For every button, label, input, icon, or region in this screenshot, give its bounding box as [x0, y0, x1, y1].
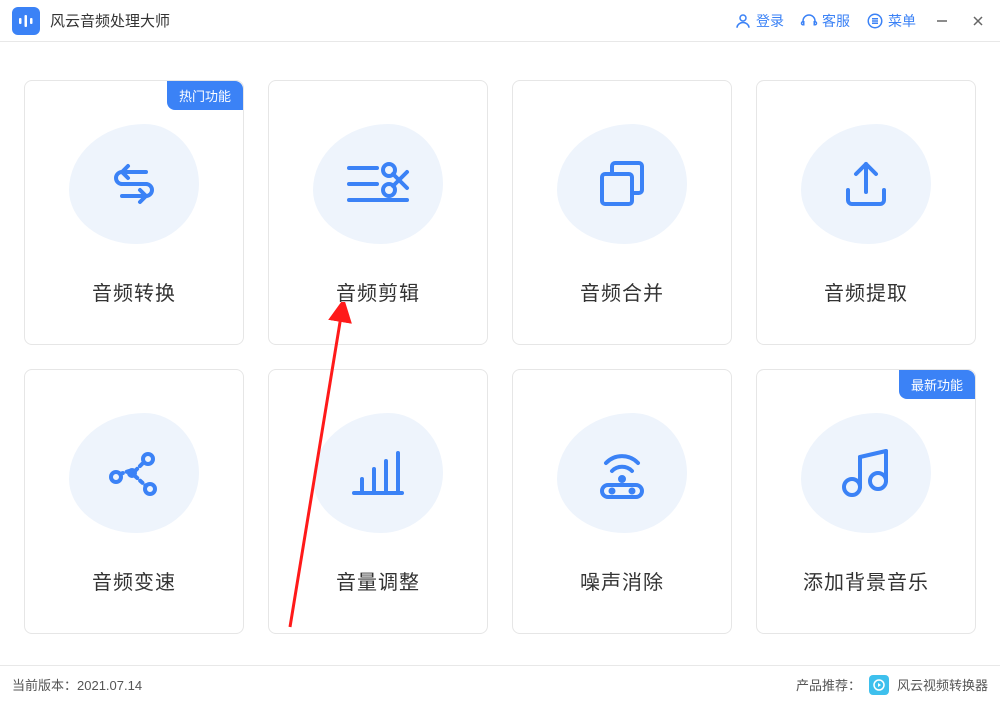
- icon-wrap: [313, 119, 443, 249]
- card-audio-merge[interactable]: 音频合并: [512, 80, 732, 345]
- menu-label: 菜单: [888, 11, 916, 31]
- card-label: 音频转换: [92, 277, 176, 306]
- login-label: 登录: [756, 11, 784, 31]
- recommend-product: 风云视频转换器: [897, 675, 988, 694]
- card-audio-convert[interactable]: 热门功能 音频转换: [24, 80, 244, 345]
- feature-grid: 热门功能 音频转换 音频剪辑: [24, 80, 976, 634]
- titlebar-actions: 登录 客服 菜单: [734, 11, 988, 31]
- badge-new: 最新功能: [899, 370, 975, 399]
- recommend-label: 产品推荐：: [796, 675, 861, 694]
- icon-wrap: [69, 408, 199, 538]
- card-label: 音频剪辑: [336, 277, 420, 306]
- upload-icon: [836, 154, 896, 214]
- card-audio-extract[interactable]: 音频提取: [756, 80, 976, 345]
- card-label: 噪声消除: [580, 566, 664, 595]
- app-logo: [12, 7, 40, 35]
- card-label: 音频合并: [580, 277, 664, 306]
- status-version: 当前版本：2021.07.14: [12, 675, 796, 694]
- volume-bars-icon: [346, 443, 410, 503]
- recommend-product-icon: [869, 675, 889, 695]
- support-label: 客服: [822, 11, 850, 31]
- close-icon: [971, 14, 985, 28]
- minimize-icon: [935, 14, 949, 28]
- card-audio-trim[interactable]: 音频剪辑: [268, 80, 488, 345]
- card-noise-remove[interactable]: 噪声消除: [512, 369, 732, 634]
- icon-wrap: [313, 408, 443, 538]
- icon-wrap: [69, 119, 199, 249]
- card-label: 音量调整: [336, 566, 420, 595]
- icon-wrap: [801, 408, 931, 538]
- icon-wrap: [801, 119, 931, 249]
- close-button[interactable]: [968, 11, 988, 31]
- card-add-bgm[interactable]: 最新功能 添加背景音乐: [756, 369, 976, 634]
- convert-icon: [102, 152, 166, 216]
- card-label: 音频提取: [824, 277, 908, 306]
- badge-hot: 热门功能: [167, 81, 243, 110]
- app-title: 风云音频处理大师: [50, 10, 734, 31]
- wifi-router-icon: [590, 443, 654, 503]
- headset-icon: [800, 12, 818, 30]
- statusbar: 当前版本：2021.07.14 产品推荐： 风云视频转换器: [0, 665, 1000, 703]
- card-label: 添加背景音乐: [803, 566, 929, 595]
- icon-wrap: [557, 408, 687, 538]
- music-note-icon: [836, 443, 896, 503]
- icon-wrap: [557, 119, 687, 249]
- login-button[interactable]: 登录: [734, 11, 784, 31]
- scissors-icon: [343, 154, 413, 214]
- support-button[interactable]: 客服: [800, 11, 850, 31]
- main: 热门功能 音频转换 音频剪辑: [0, 42, 1000, 654]
- speed-icon: [102, 441, 166, 505]
- minimize-button[interactable]: [932, 11, 952, 31]
- version-value: 2021.07.14: [77, 678, 142, 693]
- version-label: 当前版本：: [12, 678, 77, 693]
- card-volume-adjust[interactable]: 音量调整: [268, 369, 488, 634]
- card-label: 音频变速: [92, 566, 176, 595]
- user-icon: [734, 12, 752, 30]
- titlebar: 风云音频处理大师 登录 客服 菜单: [0, 0, 1000, 42]
- menu-button[interactable]: 菜单: [866, 11, 916, 31]
- card-audio-speed[interactable]: 音频变速: [24, 369, 244, 634]
- merge-icon: [592, 154, 652, 214]
- status-recommend[interactable]: 产品推荐： 风云视频转换器: [796, 675, 988, 695]
- list-icon: [866, 12, 884, 30]
- audio-bars-icon: [17, 12, 35, 30]
